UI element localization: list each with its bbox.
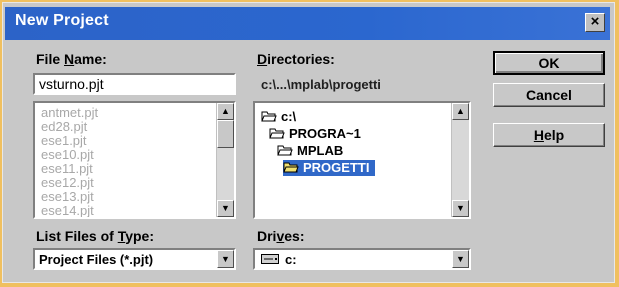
scroll-down-arrow-icon[interactable]: ▼	[452, 200, 469, 217]
tree-item-progra1[interactable]: PROGRA~1	[269, 126, 361, 142]
drives-label: Drives:	[257, 228, 305, 244]
scroll-up-arrow-icon[interactable]: ▲	[217, 103, 234, 120]
directory-tree-scrollbar[interactable]: ▲ ▼	[451, 103, 469, 217]
ok-button[interactable]: OK	[493, 51, 605, 75]
open-folder-icon	[283, 162, 299, 173]
close-button[interactable]: ×	[585, 13, 605, 32]
current-directory-path: c:\...\mplab\progetti	[255, 75, 470, 95]
drive-icon	[261, 254, 279, 264]
file-type-select[interactable]: Project Files (*.pjt) ▼	[33, 248, 236, 270]
file-list-scrollbar[interactable]: ▲ ▼	[216, 103, 234, 217]
directories-label: Directories:	[257, 51, 335, 67]
scroll-thumb[interactable]	[217, 120, 234, 148]
list-item[interactable]: ese10.pjt	[41, 147, 94, 162]
open-folder-icon	[261, 111, 277, 122]
drives-select[interactable]: c: ▼	[253, 248, 471, 270]
tree-item-c-drive[interactable]: c:\	[261, 109, 296, 125]
list-item[interactable]: ese12.pjt	[41, 175, 94, 190]
open-folder-icon	[269, 128, 285, 139]
dialog-title: New Project	[15, 12, 109, 29]
scroll-down-arrow-icon[interactable]: ▼	[217, 200, 234, 217]
directory-tree[interactable]: c:\ PROGRA~1 MPLAB PROGETTI ▲ ▼	[253, 101, 471, 219]
tree-item-mplab[interactable]: MPLAB	[277, 143, 343, 159]
new-project-dialog: New Project × File Name: vsturno.pjt ant…	[2, 2, 615, 283]
drive-value: c:	[285, 252, 297, 267]
file-name-input[interactable]: vsturno.pjt	[33, 73, 236, 95]
list-item[interactable]: ese11.pjt	[41, 161, 93, 176]
title-bar: New Project ×	[5, 7, 610, 40]
help-button[interactable]: Help	[493, 123, 605, 147]
list-item[interactable]: ese14.pjt	[41, 203, 94, 217]
list-item[interactable]: ese13.pjt	[41, 189, 94, 204]
chevron-down-icon[interactable]: ▼	[217, 250, 234, 268]
chevron-down-icon[interactable]: ▼	[452, 250, 469, 268]
cancel-button[interactable]: Cancel	[493, 83, 605, 107]
file-list[interactable]: antmet.pjt ed28.pjt ese1.pjt ese10.pjt e…	[33, 101, 236, 219]
list-item[interactable]: antmet.pjt	[41, 105, 98, 120]
open-folder-icon	[277, 145, 293, 156]
file-type-value: Project Files (*.pjt)	[39, 252, 154, 267]
file-name-label: File Name:	[36, 51, 107, 67]
file-type-label: List Files of Type:	[36, 228, 154, 244]
list-item[interactable]: ese1.pjt	[41, 133, 87, 148]
tree-item-progetti[interactable]: PROGETTI	[283, 160, 376, 176]
list-item[interactable]: ed28.pjt	[41, 119, 87, 134]
scroll-up-arrow-icon[interactable]: ▲	[452, 103, 469, 120]
